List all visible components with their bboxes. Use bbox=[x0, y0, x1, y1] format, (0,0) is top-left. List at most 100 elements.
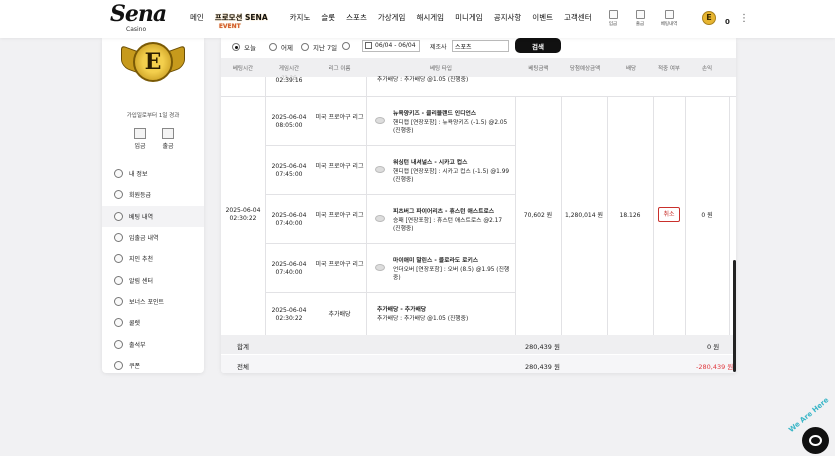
subtotal-profit: 0 원 bbox=[707, 343, 720, 351]
join-days-note: 가입일로부터 1일 경과 bbox=[126, 113, 180, 119]
row-league: 미국 프로야구 리그 bbox=[315, 212, 364, 219]
sidebar-item-coupon[interactable]: 쿠폰 bbox=[102, 355, 204, 376]
col-league: 리그 이름 bbox=[328, 66, 351, 72]
partial-bet: 추가배당 : 추가배당 @1.05 (진행중) bbox=[377, 77, 469, 83]
sidebar: E 가입일로부터 1일 경과 입금 출금 내 정보 회원등급 베팅 내역 입출금… bbox=[102, 38, 204, 373]
search-button[interactable]: 검색 bbox=[515, 38, 561, 53]
header-bet-history[interactable]: 베팅내역 bbox=[659, 10, 679, 27]
nav-mini[interactable]: 미니게임 bbox=[455, 12, 483, 23]
more-icon[interactable]: ⋮ bbox=[739, 13, 749, 24]
deposit-icon bbox=[134, 128, 146, 139]
table-body: ??·?6 02:39:16 추가배당 : 추가배당 @1.05 (진행중) 2… bbox=[221, 75, 736, 335]
nav-notice[interactable]: 공지사항 bbox=[494, 12, 522, 23]
panel-scrollbar[interactable] bbox=[733, 260, 736, 372]
row-game-time: 2025-06-04 02:30:22 bbox=[271, 307, 307, 322]
sidebar-item-referral[interactable]: 지인 추천 bbox=[102, 248, 204, 269]
sidebar-item-notifications[interactable]: 알림 센터 bbox=[102, 269, 204, 290]
radio-label: 어제 bbox=[281, 44, 293, 52]
bell-icon bbox=[114, 275, 123, 285]
sidebar-item-transactions[interactable]: 입출금 내역 bbox=[102, 227, 204, 248]
radio-dot-icon bbox=[342, 42, 350, 50]
level-emblem: E bbox=[119, 38, 187, 90]
row-divider bbox=[265, 292, 515, 293]
brand-name: Sena bbox=[110, 1, 167, 27]
col-result: 적중 여부 bbox=[658, 66, 680, 72]
col-bet-time: 베팅시간 bbox=[232, 66, 254, 72]
sidebar-item-label: 출석부 bbox=[129, 341, 146, 349]
sidebar-item-attendance[interactable]: 출석부 bbox=[102, 333, 204, 354]
bonus-icon bbox=[114, 296, 123, 306]
row-league: 미국 프로야구 리그 bbox=[315, 261, 364, 268]
nav-slot[interactable]: 슬롯 bbox=[321, 12, 335, 23]
radio-label: 지난 7일 bbox=[313, 44, 338, 52]
sidebar-item-grade[interactable]: 회원등급 bbox=[102, 184, 204, 205]
nav-virtual[interactable]: 가상게임 bbox=[378, 12, 406, 23]
date-range-picker[interactable]: 06/04 - 06/04 bbox=[362, 40, 420, 52]
col-divider bbox=[729, 96, 730, 335]
nav-main[interactable]: 메인 bbox=[190, 12, 204, 23]
row-divider bbox=[221, 96, 736, 97]
sidebar-item-label: 내 정보 bbox=[129, 171, 148, 179]
site-logo[interactable]: Sena Casino bbox=[110, 3, 170, 35]
bet-title: 추가배당 - 추가배당 bbox=[377, 307, 427, 313]
bet-detail: 언더오버 [연장포함] : 오버 (8.5) @1.95 (진행중) bbox=[393, 266, 510, 282]
nav-promo[interactable]: 프로모션 SENA EVENT bbox=[214, 12, 279, 30]
sport-ball-icon bbox=[375, 215, 385, 222]
live-chat-button[interactable] bbox=[802, 427, 829, 454]
sidebar-item-label: 지인 추천 bbox=[129, 256, 153, 264]
calendar-icon bbox=[365, 42, 372, 49]
radio-last-7-days[interactable]: 지난 7일 bbox=[301, 42, 337, 52]
sidebar-item-label: 입출금 내역 bbox=[129, 235, 159, 243]
bet-history-icon bbox=[664, 10, 674, 19]
sidebar-item-label: 쿠폰 bbox=[129, 362, 141, 370]
top-header: Sena Casino 메인 프로모션 SENA EVENT 카지노 슬롯 스포츠… bbox=[0, 0, 835, 38]
header-withdraw[interactable]: 출금 bbox=[630, 10, 650, 27]
col-profit: 손익 bbox=[701, 66, 713, 72]
bet-title: 워싱턴 내셔널스 - 시카고 컵스 bbox=[393, 160, 468, 166]
sidebar-item-label: 베팅 내역 bbox=[129, 213, 153, 221]
col-expected: 당첨예상금액 bbox=[569, 66, 601, 72]
sidebar-item-label: 회원등급 bbox=[129, 192, 152, 200]
row-league: 미국 프로야구 리그 bbox=[315, 163, 364, 170]
calendar-icon bbox=[114, 339, 123, 349]
radio-yesterday[interactable]: 어제 bbox=[269, 42, 293, 52]
row-divider bbox=[265, 145, 515, 146]
wallet-icon bbox=[114, 233, 123, 243]
side-withdraw[interactable]: 출금 bbox=[158, 128, 178, 150]
sidebar-item-label: 알림 센터 bbox=[129, 277, 153, 285]
col-game-time: 게임시간 bbox=[278, 66, 300, 72]
filter-bar: 오늘 어제 지난 7일 06/04 - 06/04 제조사 검색 bbox=[221, 38, 736, 58]
row-bet: 뉴욕양키즈 - 클리블랜드 인디언스 핸디캡 [연장포함] : 뉴욕양키즈 (-1… bbox=[393, 110, 511, 136]
promo-sub: EVENT bbox=[218, 23, 241, 30]
provider-input[interactable] bbox=[452, 40, 509, 52]
balance-value: 0 bbox=[725, 18, 730, 26]
col-bet-type: 베팅 타입 bbox=[430, 66, 452, 72]
provider-label: 제조사 bbox=[430, 44, 447, 51]
side-deposit[interactable]: 입금 bbox=[130, 128, 150, 150]
withdraw-icon bbox=[635, 10, 645, 19]
row-game-time: 2025-06-04 07:40:00 bbox=[271, 261, 307, 276]
radio-today[interactable]: 오늘 bbox=[232, 42, 256, 52]
sidebar-item-label: 쿨렛 bbox=[129, 320, 141, 328]
roulette-icon bbox=[114, 318, 123, 328]
cancel-bet-button[interactable]: 취소 bbox=[658, 207, 680, 222]
header-deposit[interactable]: 입금 bbox=[603, 10, 623, 27]
row-bet: 워싱턴 내셔널스 - 시카고 컵스 핸디캡 [연장포함] : 시카고 컵스 (-1… bbox=[393, 159, 511, 185]
sidebar-item-my-info[interactable]: 내 정보 bbox=[102, 163, 204, 184]
nav-event[interactable]: 이벤트 bbox=[532, 12, 553, 23]
row-divider bbox=[265, 194, 515, 195]
sidebar-item-bet-history[interactable]: 베팅 내역 bbox=[102, 205, 204, 227]
withdraw-icon bbox=[162, 128, 174, 139]
promo-label: 프로모션 SENA bbox=[214, 13, 268, 22]
sidebar-item-roulette[interactable]: 쿨렛 bbox=[102, 312, 204, 333]
nav-casino[interactable]: 카지노 bbox=[290, 12, 311, 23]
sidebar-item-bonus[interactable]: 보너스 포인트 bbox=[102, 291, 204, 312]
radio-custom[interactable] bbox=[342, 42, 354, 50]
group-bet-time: 2025-06-04 02:30:22 bbox=[225, 207, 261, 222]
nav-sports[interactable]: 스포츠 bbox=[346, 12, 367, 23]
row-game-time: 2025-06-04 07:45:00 bbox=[271, 163, 307, 178]
radio-dot-icon bbox=[269, 43, 277, 51]
user-icon bbox=[114, 169, 123, 179]
nav-support[interactable]: 고객센터 bbox=[564, 12, 592, 23]
nav-hash[interactable]: 해시게임 bbox=[416, 12, 444, 23]
